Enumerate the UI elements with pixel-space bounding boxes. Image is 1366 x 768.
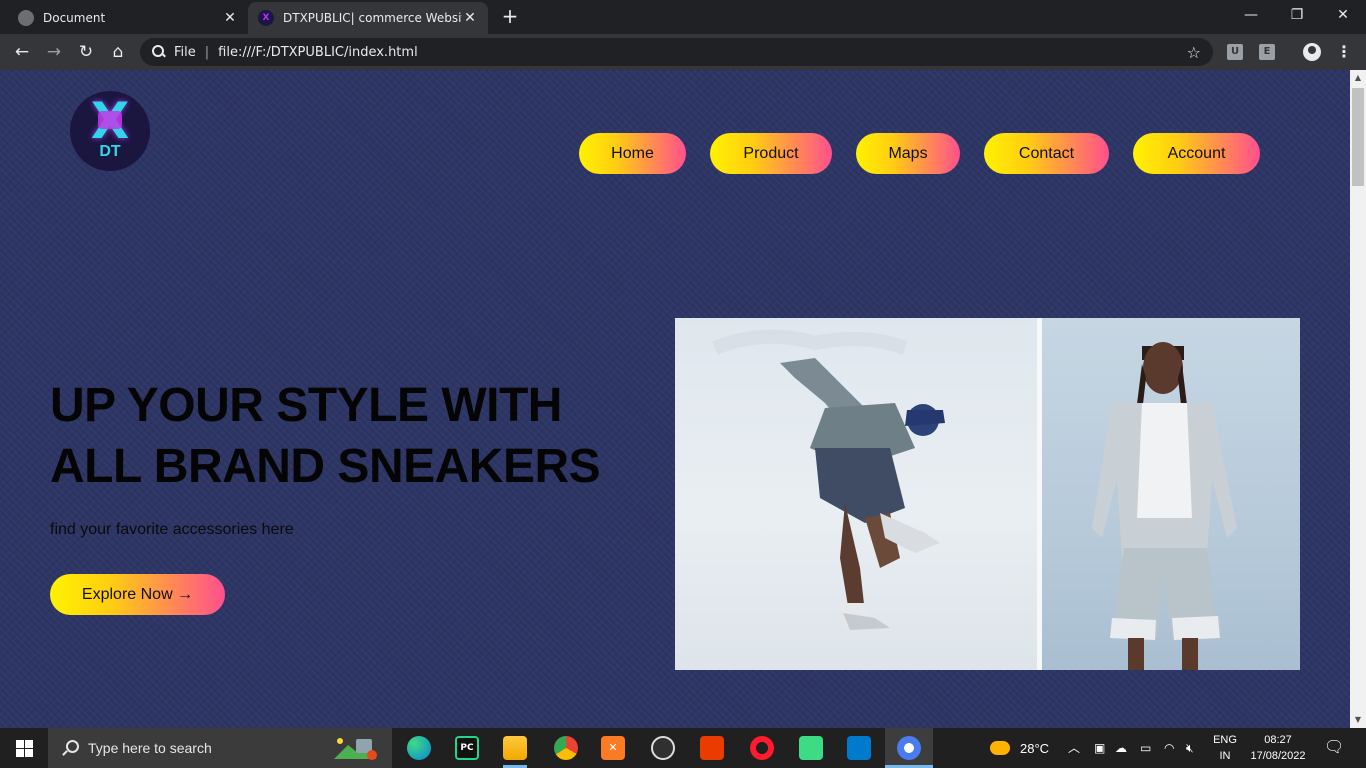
tray-volume-muted-icon[interactable]: 🔇︎ bbox=[1186, 728, 1194, 768]
menu-kebab-icon[interactable]: ⋮ bbox=[1334, 38, 1354, 66]
weather-widget[interactable]: 28°C bbox=[990, 728, 1049, 768]
search-icon bbox=[152, 45, 166, 59]
separator: | bbox=[204, 44, 210, 60]
close-tab-icon[interactable]: ✕ bbox=[222, 10, 238, 26]
vscode-icon[interactable] bbox=[847, 736, 871, 760]
language-indicator[interactable]: ENG IN bbox=[1210, 732, 1240, 764]
hero-title: UP YOUR STYLE WITH ALL BRAND SNEAKERS bbox=[50, 379, 601, 493]
sneaker-model-standing-figure bbox=[1092, 342, 1237, 670]
tray-chevron-up-icon[interactable]: ︿ bbox=[1068, 728, 1080, 768]
chrome-icon[interactable] bbox=[554, 736, 578, 760]
web-page: X DT Home Product Maps Contact Account U… bbox=[0, 70, 1350, 728]
file-explorer-icon[interactable] bbox=[503, 736, 527, 760]
edge-icon[interactable] bbox=[407, 736, 431, 760]
forward-icon[interactable]: → bbox=[40, 38, 68, 66]
weather-cloud-sun-icon bbox=[990, 741, 1010, 755]
explore-now-button[interactable]: Explore Now → bbox=[50, 574, 225, 615]
tab-dtxpublic[interactable]: X DTXPUBLIC| commerce Website D ✕ bbox=[248, 2, 488, 34]
taskbar-search-placeholder: Type here to search bbox=[88, 740, 212, 756]
site-favicon-icon: X bbox=[258, 10, 274, 26]
bookmark-star-icon[interactable]: ☆ bbox=[1187, 43, 1201, 62]
system-clock[interactable]: 08:27 17/08/2022 bbox=[1244, 732, 1312, 764]
windows-taskbar: Type here to search PC ✕ 28°C ︿ ▣ ☁ ▭ ◠ … bbox=[0, 728, 1366, 768]
url-text[interactable]: file:///F:/DTXPUBLIC/index.html bbox=[218, 45, 418, 60]
site-logo[interactable]: X DT bbox=[70, 91, 150, 171]
extension-e-icon[interactable]: E bbox=[1259, 44, 1275, 60]
obs-icon[interactable] bbox=[651, 736, 675, 760]
tray-onedrive-icon[interactable]: ☁ bbox=[1115, 728, 1127, 768]
clock-date: 17/08/2022 bbox=[1250, 750, 1306, 762]
tray-battery-icon[interactable]: ▭ bbox=[1140, 728, 1151, 768]
back-icon[interactable]: ← bbox=[8, 38, 36, 66]
chromium-icon[interactable] bbox=[897, 736, 921, 760]
tray-wifi-icon[interactable]: ◠ bbox=[1164, 728, 1174, 768]
logo-text: DT bbox=[99, 143, 121, 160]
tab-title: DTXPUBLIC| commerce Website D bbox=[283, 11, 462, 25]
scroll-down-icon[interactable]: ▼ bbox=[1350, 712, 1366, 728]
globe-icon bbox=[18, 10, 34, 26]
address-bar[interactable]: File | file:///F:/DTXPUBLIC/index.html ☆ bbox=[140, 38, 1213, 66]
taskbar-search-box[interactable]: Type here to search bbox=[48, 728, 392, 768]
tray-meet-now-icon[interactable]: ▣ bbox=[1094, 728, 1105, 768]
pycharm-icon[interactable]: PC bbox=[455, 736, 479, 760]
search-highlight-icon bbox=[334, 738, 377, 760]
xampp-icon[interactable]: ✕ bbox=[601, 736, 625, 760]
hero-image bbox=[675, 318, 1300, 670]
clock-time: 08:27 bbox=[1264, 734, 1292, 746]
android-studio-icon[interactable] bbox=[799, 736, 823, 760]
tab-title: Document bbox=[43, 11, 106, 25]
opera-icon[interactable] bbox=[750, 736, 774, 760]
minimize-button[interactable]: — bbox=[1228, 0, 1274, 32]
nav-product[interactable]: Product bbox=[710, 133, 832, 174]
language-line2: IN bbox=[1219, 750, 1231, 762]
nav-contact[interactable]: Contact bbox=[984, 133, 1109, 174]
language-line1: ENG bbox=[1213, 734, 1237, 746]
nav-home[interactable]: Home bbox=[579, 133, 686, 174]
restore-button[interactable]: ❐ bbox=[1274, 0, 1320, 32]
scroll-up-icon[interactable]: ▲ bbox=[1350, 70, 1366, 86]
nav-account[interactable]: Account bbox=[1133, 133, 1260, 174]
browser-tab-bar: Document ✕ X DTXPUBLIC| commerce Website… bbox=[0, 0, 1366, 34]
tab-document[interactable]: Document ✕ bbox=[8, 2, 248, 34]
logo-character-icon bbox=[98, 111, 122, 129]
search-icon bbox=[62, 740, 79, 756]
profile-icon[interactable] bbox=[1303, 43, 1321, 61]
photo-panel-left bbox=[675, 318, 1037, 670]
page-scrollbar[interactable]: ▲ ▼ bbox=[1350, 70, 1366, 728]
close-window-button[interactable]: ✕ bbox=[1320, 0, 1366, 32]
close-tab-icon[interactable]: ✕ bbox=[462, 10, 478, 26]
scrollbar-thumb[interactable] bbox=[1352, 88, 1364, 186]
scheme-label: File bbox=[174, 44, 196, 60]
notifications-icon[interactable]: 🗨︎ bbox=[1324, 728, 1344, 768]
sneaker-model-jumping-figure bbox=[712, 329, 945, 630]
new-tab-button[interactable]: + bbox=[498, 5, 522, 29]
windows-start-icon[interactable] bbox=[0, 728, 48, 768]
home-icon[interactable]: ⌂ bbox=[104, 38, 132, 66]
reload-icon[interactable]: ↻ bbox=[72, 38, 100, 66]
weather-temperature: 28°C bbox=[1020, 740, 1050, 756]
nav-maps[interactable]: Maps bbox=[856, 133, 960, 174]
extension-u-icon[interactable]: U bbox=[1227, 44, 1243, 60]
hero-subtitle: find your favorite accessories here bbox=[50, 521, 294, 538]
office-icon[interactable] bbox=[700, 736, 724, 760]
browser-toolbar: ← → ↻ ⌂ File | file:///F:/DTXPUBLIC/inde… bbox=[0, 34, 1366, 70]
photo-panel-right bbox=[1042, 318, 1300, 670]
